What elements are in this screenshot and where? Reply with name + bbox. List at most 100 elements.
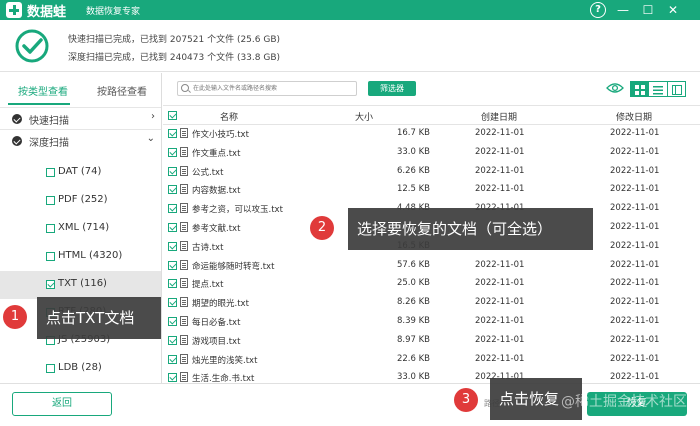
file-type-checkbox[interactable]	[46, 280, 55, 289]
file-modified-date: 2022-11-01	[610, 221, 660, 232]
file-type-checkbox[interactable]	[46, 364, 55, 373]
row-checkbox[interactable]	[168, 260, 177, 270]
file-created-date: 2022-11-01	[475, 146, 525, 157]
table-row[interactable]: 公式.txt 6.26 KB 2022-11-01 2022-11-01	[163, 163, 700, 182]
file-type-item[interactable]: TXT (116)	[0, 271, 161, 299]
text-file-icon	[180, 184, 188, 195]
file-size: 16.7 KB	[396, 128, 430, 138]
eye-icon[interactable]	[606, 82, 624, 94]
search-box[interactable]	[177, 81, 357, 96]
checked-circle-icon	[12, 136, 22, 146]
row-checkbox[interactable]	[168, 129, 177, 138]
file-name: 古诗.txt	[192, 242, 224, 253]
table-row[interactable]: 作文重点.txt 33.0 KB 2022-11-01 2022-11-01	[163, 144, 700, 163]
file-type-item[interactable]: LDB (28)	[0, 355, 161, 383]
file-size: 12.5 KB	[396, 184, 430, 195]
row-checkbox[interactable]	[168, 316, 177, 326]
file-name: 烛光里的浅笑.txt	[192, 355, 258, 366]
row-checkbox[interactable]	[168, 373, 177, 383]
row-checkbox[interactable]	[168, 279, 177, 289]
file-type-checkbox[interactable]	[46, 252, 55, 261]
deep-scan-status: 深度扫描已完成，已找到 240473 个文件 (33.8 GB)	[68, 53, 281, 63]
file-created-date: 2022-11-01	[475, 165, 525, 176]
file-size: 33.0 KB	[396, 372, 430, 383]
file-type-checkbox[interactable]	[46, 224, 55, 233]
table-row[interactable]: 内容数据.txt 12.5 KB 2022-11-01 2022-11-01	[163, 181, 700, 200]
tab-by-path[interactable]: 按路径查看	[97, 83, 147, 98]
table-row[interactable]: 烛光里的浅笑.txt 22.6 KB 2022-11-01 2022-11-01	[163, 351, 700, 370]
table-row[interactable]: 命运能够随时转弯.txt 57.6 KB 2022-11-01 2022-11-01	[163, 257, 700, 276]
row-checkbox[interactable]	[168, 166, 177, 176]
row-checkbox[interactable]	[168, 185, 177, 195]
column-created[interactable]: 创建日期	[481, 110, 517, 123]
filter-button[interactable]: 筛选器	[368, 81, 416, 96]
file-modified-date: 2022-11-01	[610, 334, 660, 345]
app-subtitle: 数据恢复专家	[86, 7, 141, 17]
list-view-icon[interactable]	[649, 82, 668, 96]
back-button[interactable]: 返回	[12, 392, 112, 416]
file-modified-date: 2022-11-01	[610, 315, 660, 326]
minimize-button[interactable]: —	[615, 2, 631, 18]
row-checkbox[interactable]	[168, 222, 177, 232]
file-size: 22.6 KB	[396, 353, 430, 364]
group-deep-scan[interactable]: 深度扫描 ⌄	[0, 129, 161, 151]
column-modified[interactable]: 修改日期	[616, 110, 652, 123]
row-checkbox[interactable]	[168, 354, 177, 364]
row-checkbox[interactable]	[168, 204, 177, 214]
text-file-icon	[180, 203, 188, 214]
grid-view-icon[interactable]	[631, 82, 650, 96]
watermark: @稀土掘金技术社区	[561, 394, 687, 410]
file-created-date: 2022-11-01	[475, 353, 525, 364]
file-size: 25.0 KB	[396, 278, 430, 289]
text-file-icon	[180, 240, 188, 251]
column-name[interactable]: 名称	[220, 110, 238, 123]
file-type-item[interactable]: HTML (4320)	[0, 243, 161, 271]
scan-complete-check-icon	[15, 29, 49, 63]
row-checkbox[interactable]	[168, 335, 177, 345]
file-name: 参考之资，可以攻玉.txt	[192, 205, 283, 216]
file-type-item[interactable]: XML (714)	[0, 215, 161, 243]
file-type-label: LDB (28)	[58, 362, 102, 373]
text-file-icon	[180, 165, 188, 176]
quick-scan-status: 快速扫描已完成，已找到 207521 个文件 (25.6 GB)	[68, 35, 281, 45]
table-row[interactable]: 每日必备.txt 8.39 KB 2022-11-01 2022-11-01	[163, 313, 700, 332]
file-created-date: 2022-11-01	[475, 278, 525, 289]
table-row[interactable]: 期望的眼光.txt 8.26 KB 2022-11-01 2022-11-01	[163, 294, 700, 313]
file-size: 8.26 KB	[396, 297, 430, 308]
file-name: 每日必备.txt	[192, 317, 241, 328]
file-type-checkbox[interactable]	[46, 196, 55, 205]
detail-view-icon[interactable]	[668, 82, 685, 96]
table-row[interactable]: 生活.生命.书.txt33.0 KB2022-11-012022-11-01	[163, 369, 700, 383]
row-checkbox[interactable]	[168, 241, 177, 251]
search-icon	[181, 84, 189, 92]
text-file-icon	[180, 297, 188, 308]
group-quick-scan[interactable]: 快速扫描 ›	[0, 107, 161, 129]
tab-by-type[interactable]: 按类型查看	[18, 83, 68, 98]
text-file-icon	[180, 278, 188, 289]
file-modified-date: 2022-11-01	[610, 353, 660, 364]
scan-summary: 快速扫描已完成，已找到 207521 个文件 (25.6 GB) 深度扫描已完成…	[0, 20, 700, 72]
file-modified-date: 2022-11-01	[610, 165, 660, 176]
maximize-button[interactable]: ☐	[640, 2, 656, 18]
search-input[interactable]	[193, 83, 353, 94]
title-bar: 数据蛙 数据恢复专家 ? — ☐ ✕	[0, 0, 700, 20]
row-checkbox[interactable]	[168, 147, 177, 157]
close-button[interactable]: ✕	[665, 2, 681, 18]
table-row[interactable]: 游戏项目.txt 8.97 KB 2022-11-01 2022-11-01	[163, 332, 700, 351]
toolbar: 筛选器	[163, 73, 700, 105]
file-name: 游戏项目.txt	[192, 336, 241, 347]
file-type-label: DAT (74)	[58, 166, 102, 177]
table-row[interactable]: 提点.txt 25.0 KB 2022-11-01 2022-11-01	[163, 275, 700, 294]
chevron-down-icon: ⌄	[146, 133, 155, 144]
file-created-date: 2022-11-01	[475, 259, 525, 270]
help-icon[interactable]: ?	[590, 2, 606, 18]
file-type-item[interactable]: DAT (74)	[0, 159, 161, 187]
table-row[interactable]: 作文小技巧.txt 16.7 KB 2022-11-01 2022-11-01	[163, 125, 700, 144]
select-all-checkbox[interactable]	[168, 111, 177, 120]
file-type-checkbox[interactable]	[46, 168, 55, 177]
row-checkbox[interactable]	[168, 298, 177, 308]
file-type-item[interactable]: PDF (252)	[0, 187, 161, 215]
file-modified-date: 2022-11-01	[610, 259, 660, 270]
text-file-icon	[180, 353, 188, 364]
column-size[interactable]: 大小	[355, 110, 373, 123]
